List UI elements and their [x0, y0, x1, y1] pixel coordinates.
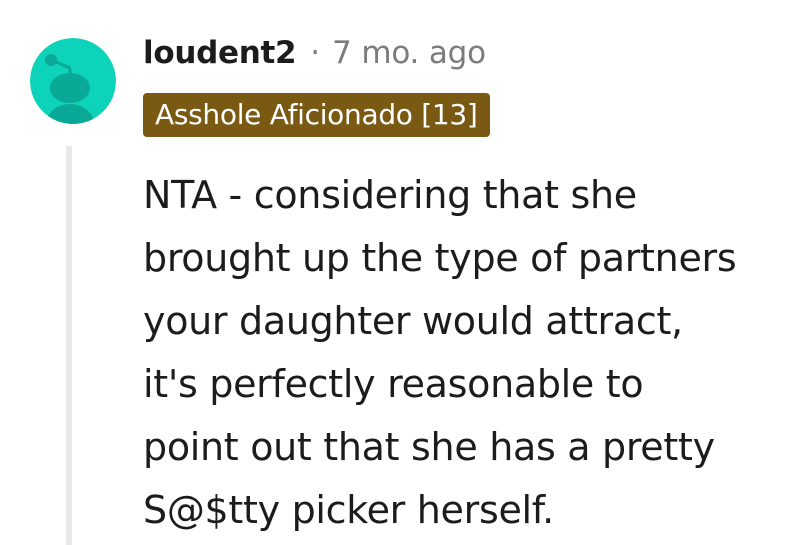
avatar[interactable]	[30, 38, 116, 124]
comment-body: NTA - considering that she brought up th…	[143, 164, 793, 542]
thread-line[interactable]	[66, 146, 72, 545]
reddit-snoo-icon	[30, 38, 116, 124]
comment-text-line: NTA - considering that she	[143, 173, 637, 217]
comment-text-line: S@$tty picker herself.	[143, 488, 554, 532]
comment-text-line: brought up the type of partners	[143, 236, 737, 280]
comment-text-line: your daughter would attract,	[143, 299, 683, 343]
comment-timestamp[interactable]: 7 mo. ago	[332, 35, 486, 71]
meta-separator: ·	[310, 35, 321, 71]
user-flair: Asshole Aficionado [13]	[143, 93, 490, 137]
comment-text-line: it's perfectly reasonable to	[143, 362, 644, 406]
username-link[interactable]: loudent2	[143, 35, 297, 71]
comment-header: loudent2 · 7 mo. ago	[143, 30, 486, 76]
comment-text-line: point out that she has a pretty	[143, 425, 715, 469]
